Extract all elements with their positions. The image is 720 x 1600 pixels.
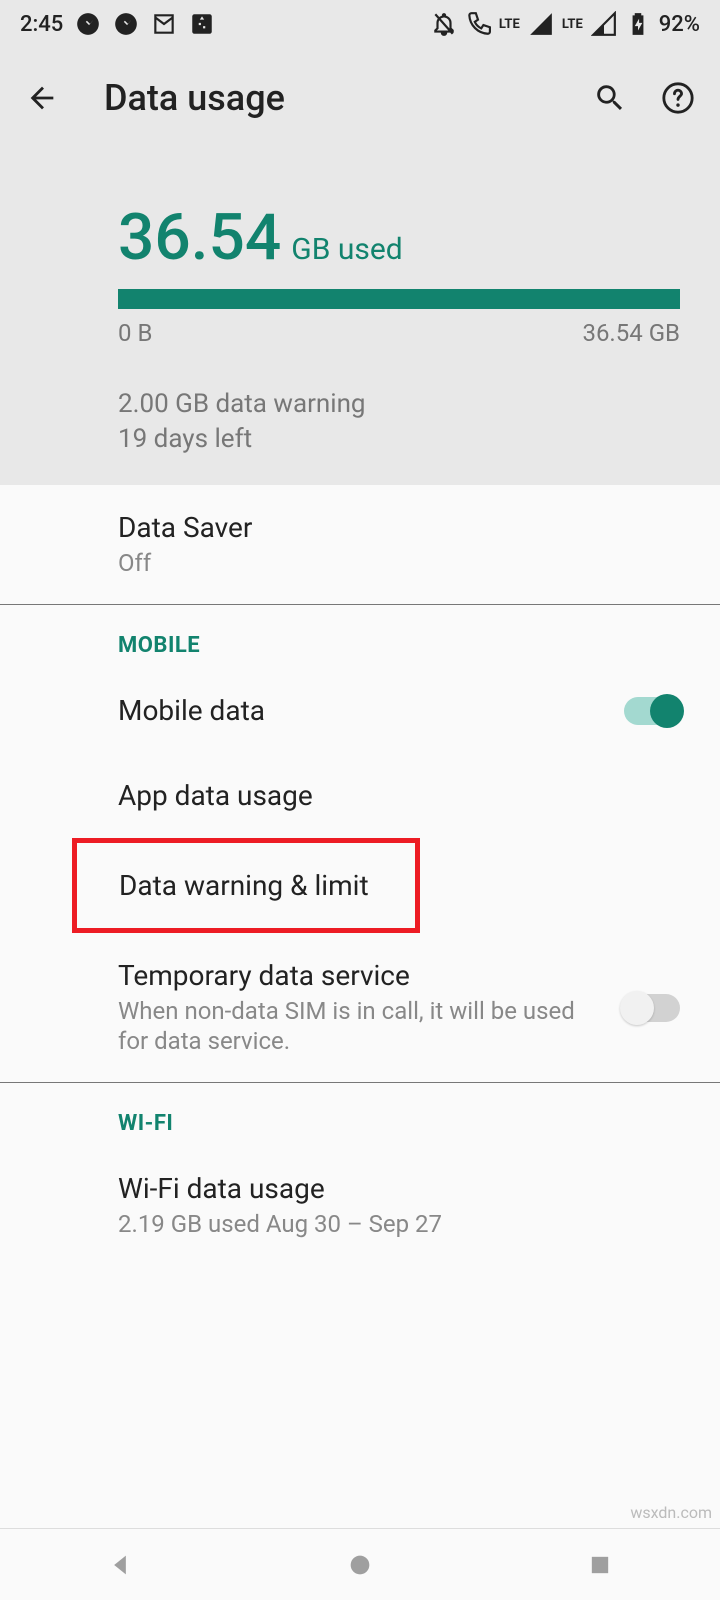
search-button[interactable] <box>588 76 632 120</box>
app-data-usage-label: App data usage <box>118 779 680 812</box>
gmail-icon <box>151 11 177 37</box>
search-icon <box>593 81 627 115</box>
watermark: wsxdn.com <box>630 1503 712 1522</box>
lte-label: LTE <box>499 17 520 32</box>
data-warning-limit-item[interactable]: Data warning & limit <box>77 843 415 928</box>
days-left-line: 19 days left <box>118 422 680 457</box>
messenger-icon <box>75 11 101 37</box>
usage-bar <box>118 289 680 309</box>
nav-back-button[interactable] <box>100 1545 140 1585</box>
usage-bar-max: 36.54 GB <box>582 319 680 347</box>
usage-summary: 36.54 GB used 0 B 36.54 GB 2.00 GB data … <box>0 120 720 457</box>
temporary-data-service-item[interactable]: Temporary data service When non-data SIM… <box>0 933 720 1082</box>
data-saver-title: Data Saver <box>118 511 680 544</box>
wifi-usage-sub: 2.19 GB used Aug 30 – Sep 27 <box>118 1209 680 1239</box>
data-saver-status: Off <box>118 548 680 578</box>
data-saver-item[interactable]: Data Saver Off <box>0 485 720 604</box>
help-button[interactable] <box>656 76 700 120</box>
section-wifi: WI-FI <box>0 1083 720 1146</box>
highlight-box: Data warning & limit <box>72 838 420 933</box>
volte-icon <box>465 11 491 37</box>
nav-back-icon <box>106 1551 134 1579</box>
mobile-data-toggle[interactable] <box>624 697 680 725</box>
signal-icon <box>528 11 554 37</box>
usb-icon <box>189 11 215 37</box>
header-area: Data usage 36.54 GB used 0 B 36.54 GB 2.… <box>0 48 720 485</box>
mobile-data-label: Mobile data <box>118 694 604 727</box>
nav-home-button[interactable] <box>340 1545 380 1585</box>
status-time: 2:45 <box>20 12 63 37</box>
page-title: Data usage <box>104 77 564 119</box>
data-warning-line: 2.00 GB data warning <box>118 387 680 422</box>
navigation-bar <box>0 1528 720 1600</box>
battery-percent: 92% <box>659 12 700 37</box>
nav-recent-icon <box>586 1551 614 1579</box>
data-warning-limit-label: Data warning & limit <box>119 869 375 902</box>
status-bar: 2:45 LTE LTE 92% <box>0 0 720 48</box>
app-bar: Data usage <box>0 48 720 120</box>
wifi-usage-title: Wi-Fi data usage <box>118 1172 680 1205</box>
usage-amount: 36.54 <box>118 200 281 275</box>
nav-recent-button[interactable] <box>580 1545 620 1585</box>
temporary-data-toggle[interactable] <box>624 994 680 1022</box>
battery-icon <box>625 11 651 37</box>
settings-list: Data Saver Off MOBILE Mobile data App da… <box>0 485 720 1265</box>
messenger-icon <box>113 11 139 37</box>
status-bar-right: LTE LTE 92% <box>431 11 700 37</box>
dnd-icon <box>431 11 457 37</box>
wifi-data-usage-item[interactable]: Wi-Fi data usage 2.19 GB used Aug 30 – S… <box>0 1146 720 1265</box>
usage-bar-min: 0 B <box>118 319 152 347</box>
nav-home-icon <box>346 1551 374 1579</box>
help-icon <box>661 81 695 115</box>
signal-icon-2 <box>591 11 617 37</box>
lte-label-2: LTE <box>562 17 583 32</box>
section-mobile: MOBILE <box>0 605 720 668</box>
temporary-data-title: Temporary data service <box>118 959 604 992</box>
app-data-usage-item[interactable]: App data usage <box>0 753 720 838</box>
back-button[interactable] <box>20 76 64 120</box>
status-bar-left: 2:45 <box>20 11 215 37</box>
back-arrow-icon <box>25 81 59 115</box>
temporary-data-sub: When non-data SIM is in call, it will be… <box>118 996 604 1056</box>
usage-unit: GB used <box>291 232 402 267</box>
mobile-data-item[interactable]: Mobile data <box>0 668 720 753</box>
